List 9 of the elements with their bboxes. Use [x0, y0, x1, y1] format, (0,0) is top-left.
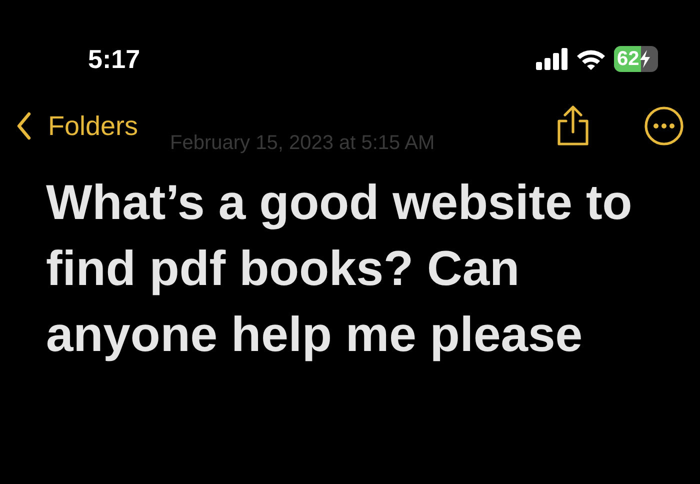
battery-icon: 62 [614, 46, 658, 72]
signal-icon [536, 48, 568, 70]
note-date: February 15, 2023 at 5:15 AM [170, 131, 435, 156]
more-button[interactable] [644, 106, 684, 146]
wifi-icon [576, 48, 606, 70]
note-text: What’s a good website to find pdf books? Can anyone help me please [45, 175, 634, 364]
back-button[interactable]: Folders [16, 106, 138, 146]
status-time: 5:17 [88, 46, 140, 72]
chevron-icon [16, 112, 32, 140]
